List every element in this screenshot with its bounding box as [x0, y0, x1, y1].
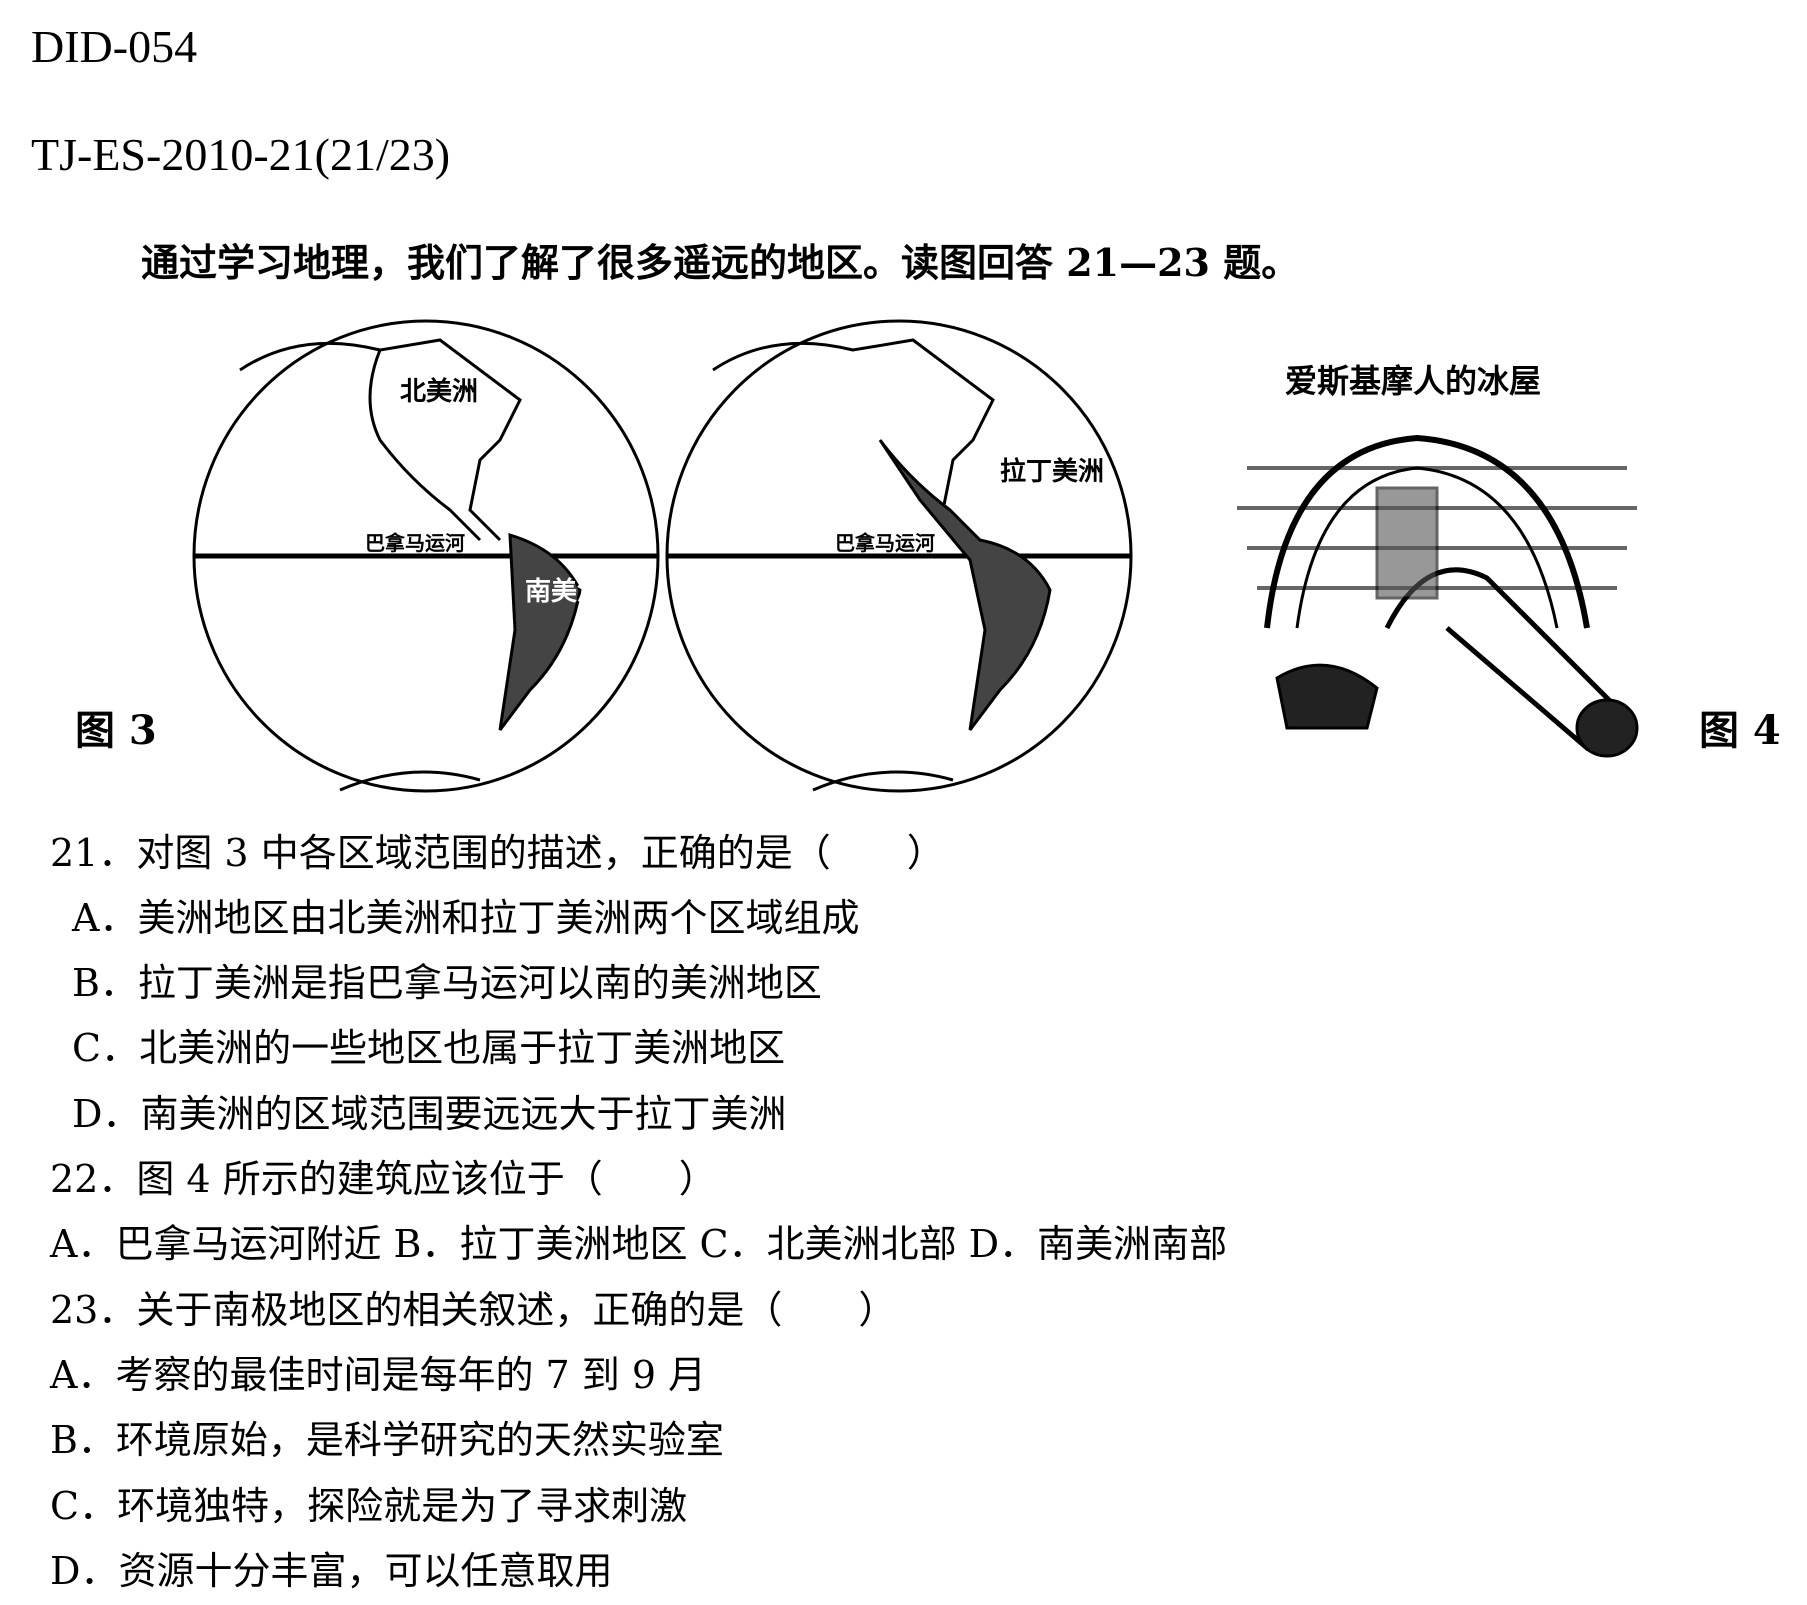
- question-23-option-b: B．环境原始，是科学研究的天然实验室: [50, 1418, 724, 1462]
- label-panama-canal-left: 巴拿马运河: [365, 531, 465, 555]
- document-page: DID-054 TJ-ES-2010-21(21/23) 通过学习地理，我们了解…: [0, 0, 1807, 1605]
- question-21-stem: 21．对图 3 中各区域范围的描述，正确的是（ ）: [50, 831, 945, 875]
- question-23-stem: 23．关于南极地区的相关叙述，正确的是（ ）: [50, 1288, 897, 1332]
- document-id: DID-054: [31, 21, 198, 72]
- intro-text: 通过学习地理，我们了解了很多遥远的地区。读图回答 21—23 题。: [141, 240, 1300, 285]
- question-21-option-b: B．拉丁美洲是指巴拿马运河以南的美洲地区: [72, 961, 822, 1005]
- question-23-option-a: A．考察的最佳时间是每年的 7 到 9 月: [50, 1353, 707, 1397]
- question-22-stem: 22．图 4 所示的建筑应该位于（ ）: [50, 1157, 717, 1201]
- globe-right: [665, 319, 1133, 793]
- label-latin-america: 拉丁美洲: [1000, 456, 1104, 487]
- label-south-america: 南美洲: [525, 576, 603, 607]
- label-north-america: 北美洲: [400, 376, 478, 407]
- igloo-illustration: [1237, 434, 1639, 758]
- question-23-option-c: C．环境独特，探险就是为了寻求刺激: [50, 1484, 688, 1528]
- figure4-label: 图 4: [1699, 707, 1781, 754]
- question-21-option-c: C．北美洲的一些地区也属于拉丁美洲地区: [72, 1026, 786, 1070]
- figure3-map: 北美洲 巴拿马运河 巴拿马运河 拉丁美洲 南美洲: [192, 319, 1133, 793]
- label-panama-canal-right: 巴拿马运河: [835, 531, 935, 555]
- question-22-options: A．巴拿马运河附近 B．拉丁美洲地区 C．北美洲北部 D．南美洲南部: [50, 1222, 1228, 1266]
- south-america-shape: [498, 532, 582, 731]
- document-source: TJ-ES-2010-21(21/23): [31, 129, 451, 180]
- question-21-option-d: D．南美洲的区域范围要远远大于拉丁美洲: [72, 1092, 787, 1136]
- figure3-label: 图 3: [75, 707, 157, 754]
- figure4-caption: 爱斯基摩人的冰屋: [1285, 362, 1542, 400]
- question-21-option-a: A．美洲地区由北美洲和拉丁美洲两个区域组成: [72, 896, 860, 940]
- question-23-option-d: D．资源十分丰富，可以任意取用: [50, 1549, 613, 1593]
